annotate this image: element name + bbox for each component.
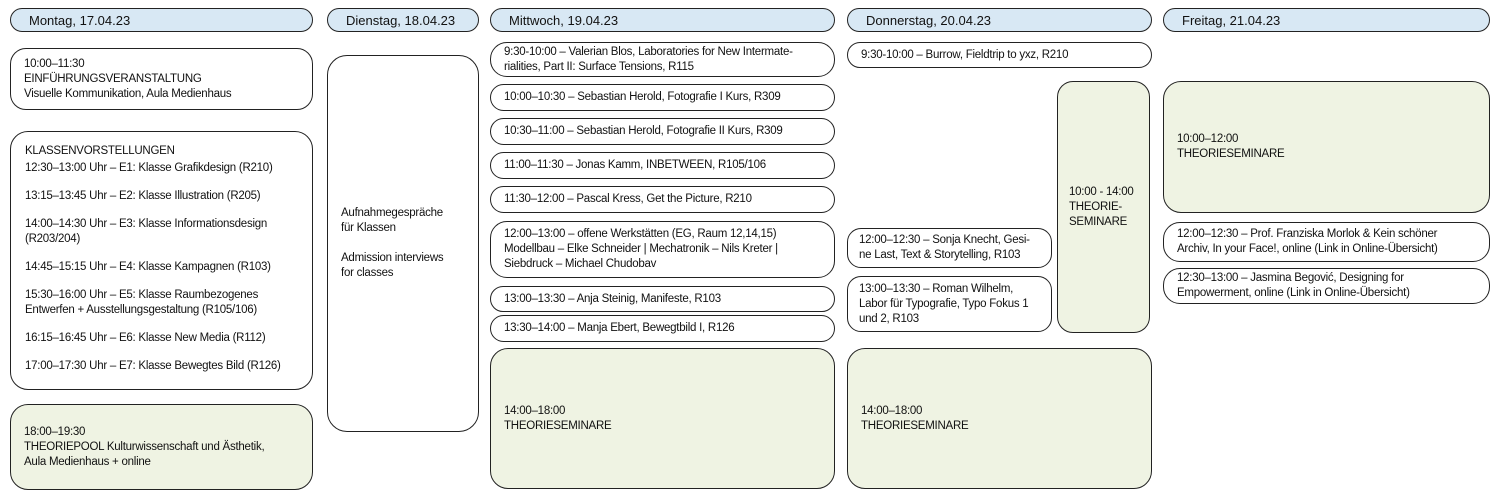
- event-manifeste: 13:00–13:30 – Anja Steinig, Manifeste, R…: [490, 286, 835, 312]
- event-valerian-blos: 9:30-10:00 – Valerian Blos, Laboratories…: [490, 42, 835, 77]
- day-header-mittwoch: Mittwoch, 19.04.23: [490, 8, 835, 32]
- day-header-dienstag: Dienstag, 18.04.23: [327, 8, 479, 32]
- seminar-theorieseminare-freitag: 10:00–12:00 THEORIESEMINARE: [1163, 81, 1490, 213]
- klassen-item-e3: 14:00–14:30 Uhr – E3: Klasse Information…: [25, 217, 298, 247]
- event-burrow-fieldtrip: 9:30-10:00 – Burrow, Fieldtrip to yxz, R…: [847, 42, 1152, 68]
- event-morlok-archiv: 12:00–12:30 – Prof. Franziska Morlok & K…: [1163, 222, 1490, 262]
- event-begovic-empowerment: 12:30–13:00 – Jasmina Begović, Designing…: [1163, 268, 1490, 304]
- day-header-donnerstag: Donnerstag, 20.04.23: [847, 8, 1152, 32]
- day-header-freitag: Freitag, 21.04.23: [1163, 8, 1490, 32]
- event-offene-werkstaetten: 12:00–13:00 – offene Werkstätten (EG, Ra…: [490, 221, 835, 278]
- event-einfuehrungsveranstaltung: 10:00–11:30 EINFÜHRUNGSVERANSTALTUNG Vis…: [10, 48, 313, 110]
- event-bewegtbild: 13:30–14:00 – Manja Ebert, Bewegtbild I,…: [490, 315, 835, 342]
- event-text-storytelling: 12:00–12:30 – Sonja Knecht, Gesi- ne Las…: [847, 228, 1052, 268]
- event-klassenvorstellungen: KLASSENVORSTELLUNGEN 12:30–13:00 Uhr – E…: [10, 131, 313, 390]
- klassen-item-e1: 12:30–13:00 Uhr – E1: Klasse Grafikdesig…: [25, 161, 298, 176]
- event-fotografie-2: 10:30–11:00 – Sebastian Herold, Fotograf…: [490, 118, 835, 145]
- seminar-theorieseminare-donnerstag: 14:00–18:00 THEORIESEMINARE: [847, 348, 1152, 489]
- event-theoriepool: 18:00–19:30 THEORIEPOOL Kulturwissenscha…: [10, 404, 313, 490]
- weekly-schedule-board: Montag, 17.04.23 Dienstag, 18.04.23 Mitt…: [0, 0, 1500, 500]
- seminar-theorieseminare-donnerstag-vormittag: 10:00 - 14:00 THEORIE- SEMINARE: [1057, 81, 1150, 333]
- seminar-theorieseminare-mittwoch: 14:00–18:00 THEORIESEMINARE: [490, 348, 835, 489]
- event-inbetween: 11:00–11:30 – Jonas Kamm, INBETWEEN, R10…: [490, 152, 835, 179]
- event-fotografie-1: 10:00–10:30 – Sebastian Herold, Fotograf…: [490, 84, 835, 111]
- event-get-the-picture: 11:30–12:00 – Pascal Kress, Get the Pict…: [490, 186, 835, 213]
- klassen-item-e5: 15:30–16:00 Uhr – E5: Klasse Raumbezogen…: [25, 288, 298, 318]
- klassenvorstellungen-title: KLASSENVORSTELLUNGEN: [25, 144, 298, 159]
- klassen-item-e7: 17:00–17:30 Uhr – E7: Klasse Bewegtes Bi…: [25, 359, 298, 374]
- day-header-montag: Montag, 17.04.23: [10, 8, 313, 32]
- klassen-item-e6: 16:15–16:45 Uhr – E6: Klasse New Media (…: [25, 331, 298, 346]
- note-aufnahmegespraeche: Aufnahmegespräche für Klassen Admission …: [327, 55, 479, 432]
- event-labor-typografie: 13:00–13:30 – Roman Wilhelm, Labor für T…: [847, 276, 1052, 332]
- klassen-item-e2: 13:15–13:45 Uhr – E2: Klasse Illustratio…: [25, 189, 298, 204]
- klassen-item-e4: 14:45–15:15 Uhr – E4: Klasse Kampagnen (…: [25, 260, 298, 275]
